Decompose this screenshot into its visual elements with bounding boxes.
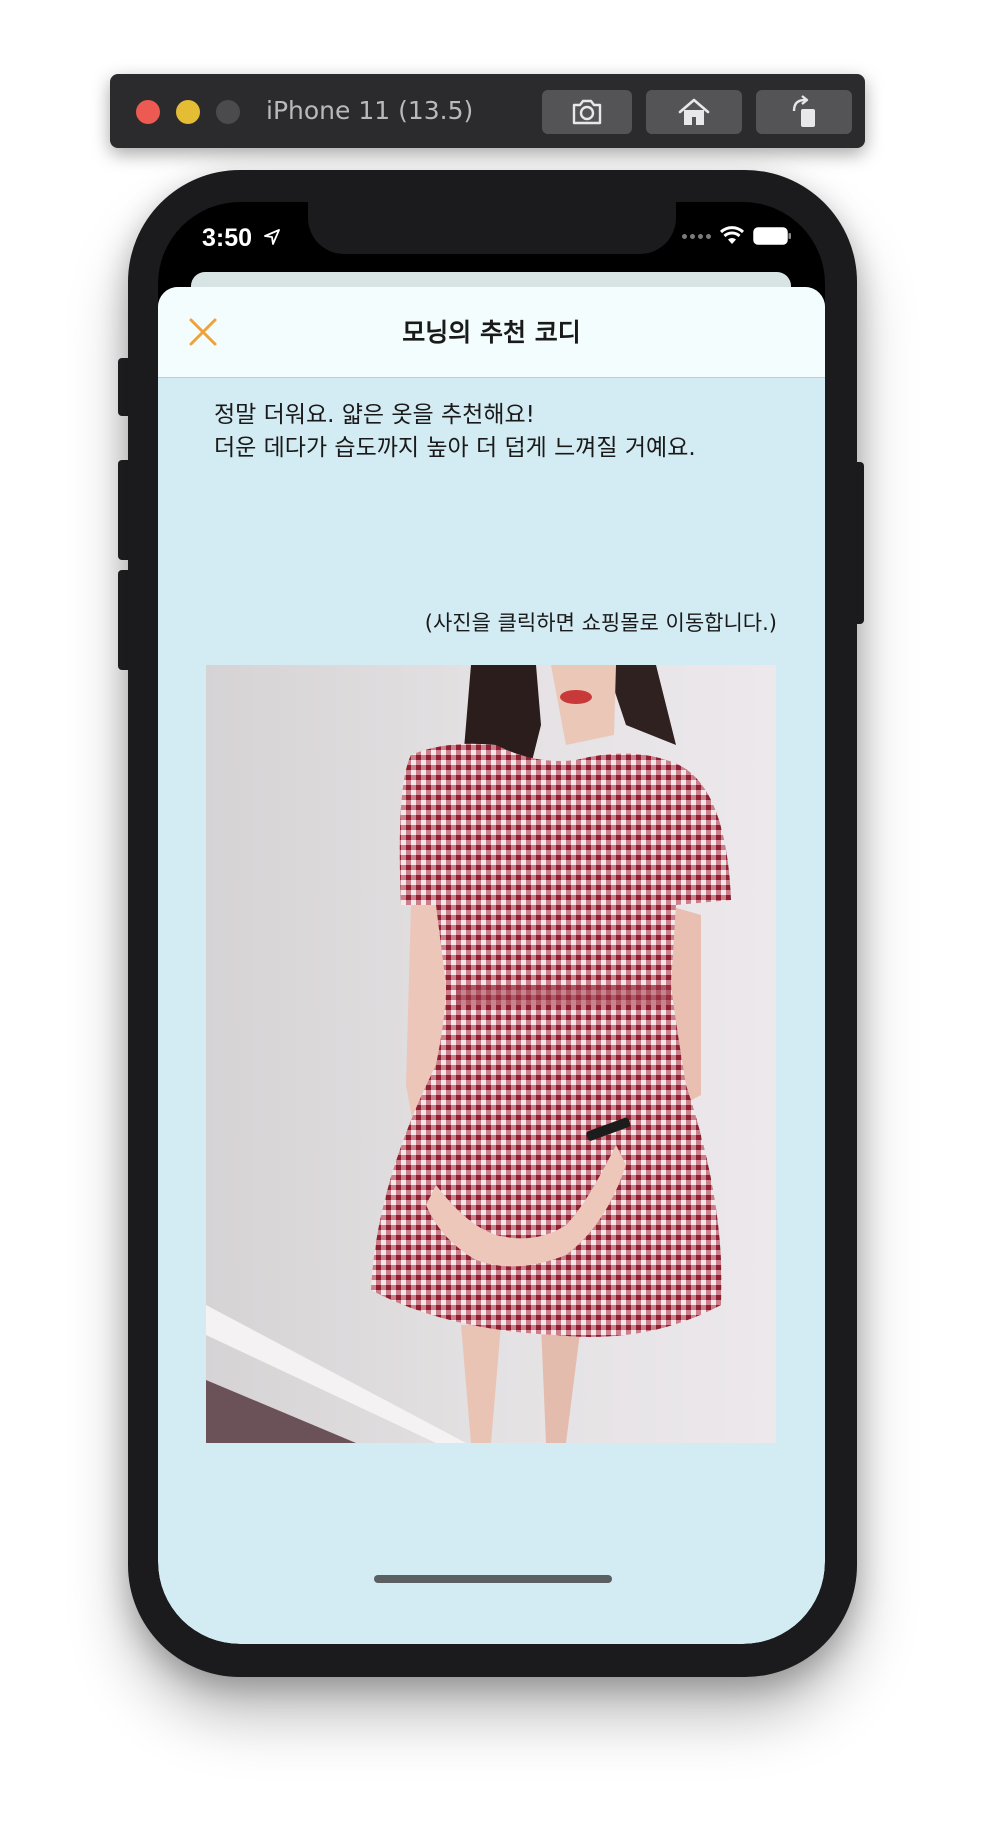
message-line-2: 더운 데다가 습도까지 높아 더 덥게 느껴질 거예요. [214,435,696,461]
simulator-title: iPhone 11 (13.5) [266,96,474,125]
home-button[interactable] [646,90,742,134]
recommendation-sheet: 모닝의 추천 코디 정말 더워요. 얇은 옷을 추천해요! 더운 데다가 습도까… [158,287,825,1644]
close-window-button[interactable] [136,100,160,124]
navigation-bar: 모닝의 추천 코디 [158,287,825,378]
phone-screen: 3:50 모닝의 추천 코디 정말 더워요. 얇은 옷을 추천해요! 더운 데다… [158,202,825,1644]
outfit-photo-image [206,665,776,1443]
home-indicator[interactable] [374,1575,612,1583]
rotate-button[interactable] [756,90,852,134]
screenshot-button[interactable] [542,90,632,134]
location-arrow-icon [264,229,280,245]
notch [308,202,676,254]
minimize-window-button[interactable] [176,100,200,124]
home-icon [678,98,710,125]
status-indicators [682,226,793,246]
camera-icon [572,99,602,125]
page-title: 모닝의 추천 코디 [402,318,581,347]
battery-icon [753,227,791,245]
weather-message: 정말 더워요. 얇은 옷을 추천해요! 더운 데다가 습도까지 높아 더 덥게 … [214,399,696,465]
status-time: 3:50 [202,224,253,252]
cellular-signal-icon [682,233,711,239]
outfit-photo[interactable] [206,665,776,1443]
zoom-window-button[interactable] [216,100,240,124]
rotate-icon [792,95,815,127]
simulator-toolbar: iPhone 11 (13.5) [110,74,865,148]
shopping-hint: (사진을 클릭하면 쇼핑몰로 이동합니다.) [424,611,777,635]
wifi-icon [719,226,745,244]
message-line-1: 정말 더워요. 얇은 옷을 추천해요! [214,402,535,428]
